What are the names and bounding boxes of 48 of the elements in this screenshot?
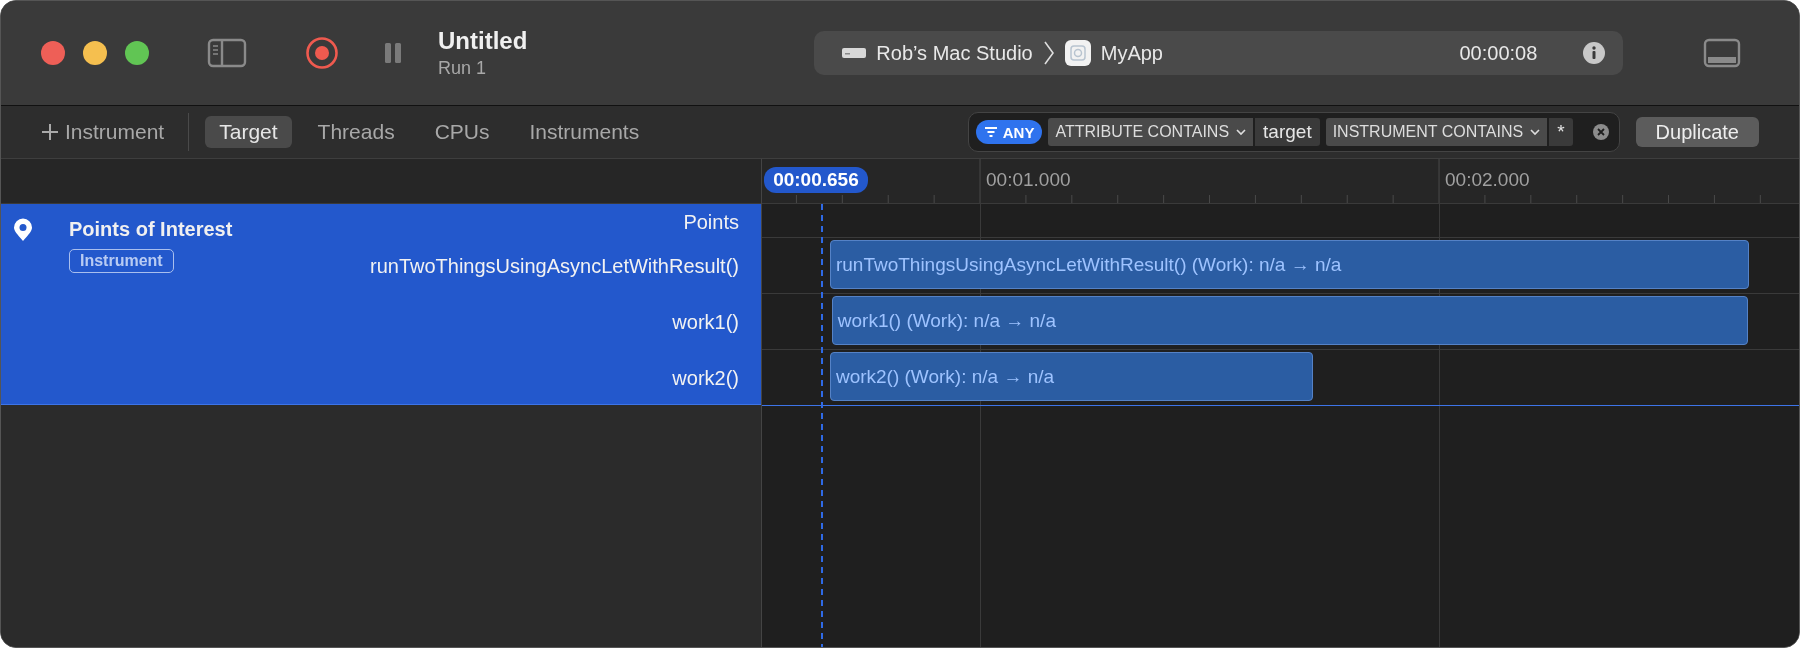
lane-label: Points <box>683 210 739 235</box>
run-label: Run 1 <box>438 58 488 79</box>
interval-bar[interactable]: runTwoThingsUsingAsyncLetWithResult() (Work): n/a → n/a <box>829 240 1749 289</box>
interval-bar[interactable]: work2() (Work): n/a → n/a <box>829 352 1314 401</box>
bottom-panel-icon[interactable] <box>1703 38 1742 68</box>
scheme-bar[interactable]: Rob’s Mac Studio MyApp 00:00:08 <box>814 31 1624 75</box>
lane-label: work2() <box>672 366 739 391</box>
filter-criterion-button[interactable]: ATTRIBUTE CONTAINS <box>1048 118 1254 146</box>
elapsed-time: 00:00:08 <box>1459 41 1538 65</box>
lane-label: work1() <box>672 310 739 335</box>
device-name: Rob’s Mac Studio <box>876 41 1033 65</box>
strategy-tab[interactable]: Target <box>205 116 292 148</box>
track-header[interactable]: Points of Interest Instrument Points runTwoThingsUsingAsyncLetWithResult() work1() work2() <box>1 204 761 405</box>
add-instrument-button[interactable]: Instrument <box>41 120 165 144</box>
chevron-down-icon <box>1530 128 1541 136</box>
filter-mode-button[interactable]: ANY <box>975 120 1043 144</box>
chevron-icon <box>1042 40 1055 66</box>
plus-icon <box>41 123 59 141</box>
track-name: Points of Interest <box>69 218 233 241</box>
filter-bar[interactable]: ANY ATTRIBUTE CONTAINS target INSTRUMENT CONTAINS * <box>967 112 1620 152</box>
time-label: 00:02.000 <box>1445 169 1530 191</box>
filter-value[interactable]: target <box>1255 118 1320 146</box>
sidebar-icon[interactable] <box>207 38 247 68</box>
strategy-tab[interactable]: CPUs <box>420 116 504 148</box>
instrument-badge: Instrument <box>69 249 174 273</box>
app-icon <box>1064 40 1091 66</box>
interval-bar[interactable]: work1() (Work): n/a → n/a <box>831 296 1749 345</box>
clear-icon[interactable] <box>1592 124 1609 140</box>
window-title: Untitled <box>438 27 528 55</box>
strategy-tab[interactable]: Threads <box>303 116 409 148</box>
location-pin-icon <box>13 218 33 242</box>
filter-icon <box>983 126 998 138</box>
filter-value[interactable]: * <box>1549 118 1573 146</box>
chevron-down-icon <box>1236 128 1247 136</box>
app-name: MyApp <box>1100 41 1163 65</box>
time-label: 00:01.000 <box>986 169 1071 191</box>
computer-icon <box>842 47 867 59</box>
playhead-time[interactable]: 00:00.656 <box>764 167 868 193</box>
strategy-tab[interactable]: Instruments <box>515 116 654 148</box>
zoom-button[interactable] <box>125 41 149 65</box>
lane-label: runTwoThingsUsingAsyncLetWithResult() <box>369 254 739 279</box>
duplicate-button[interactable]: Duplicate <box>1635 117 1759 147</box>
minimize-button[interactable] <box>83 41 107 65</box>
info-icon[interactable] <box>1583 42 1606 64</box>
pause-icon[interactable] <box>384 42 402 64</box>
record-icon[interactable] <box>305 36 339 70</box>
filter-criterion-button[interactable]: INSTRUMENT CONTAINS <box>1325 118 1548 146</box>
close-button[interactable] <box>41 41 65 65</box>
